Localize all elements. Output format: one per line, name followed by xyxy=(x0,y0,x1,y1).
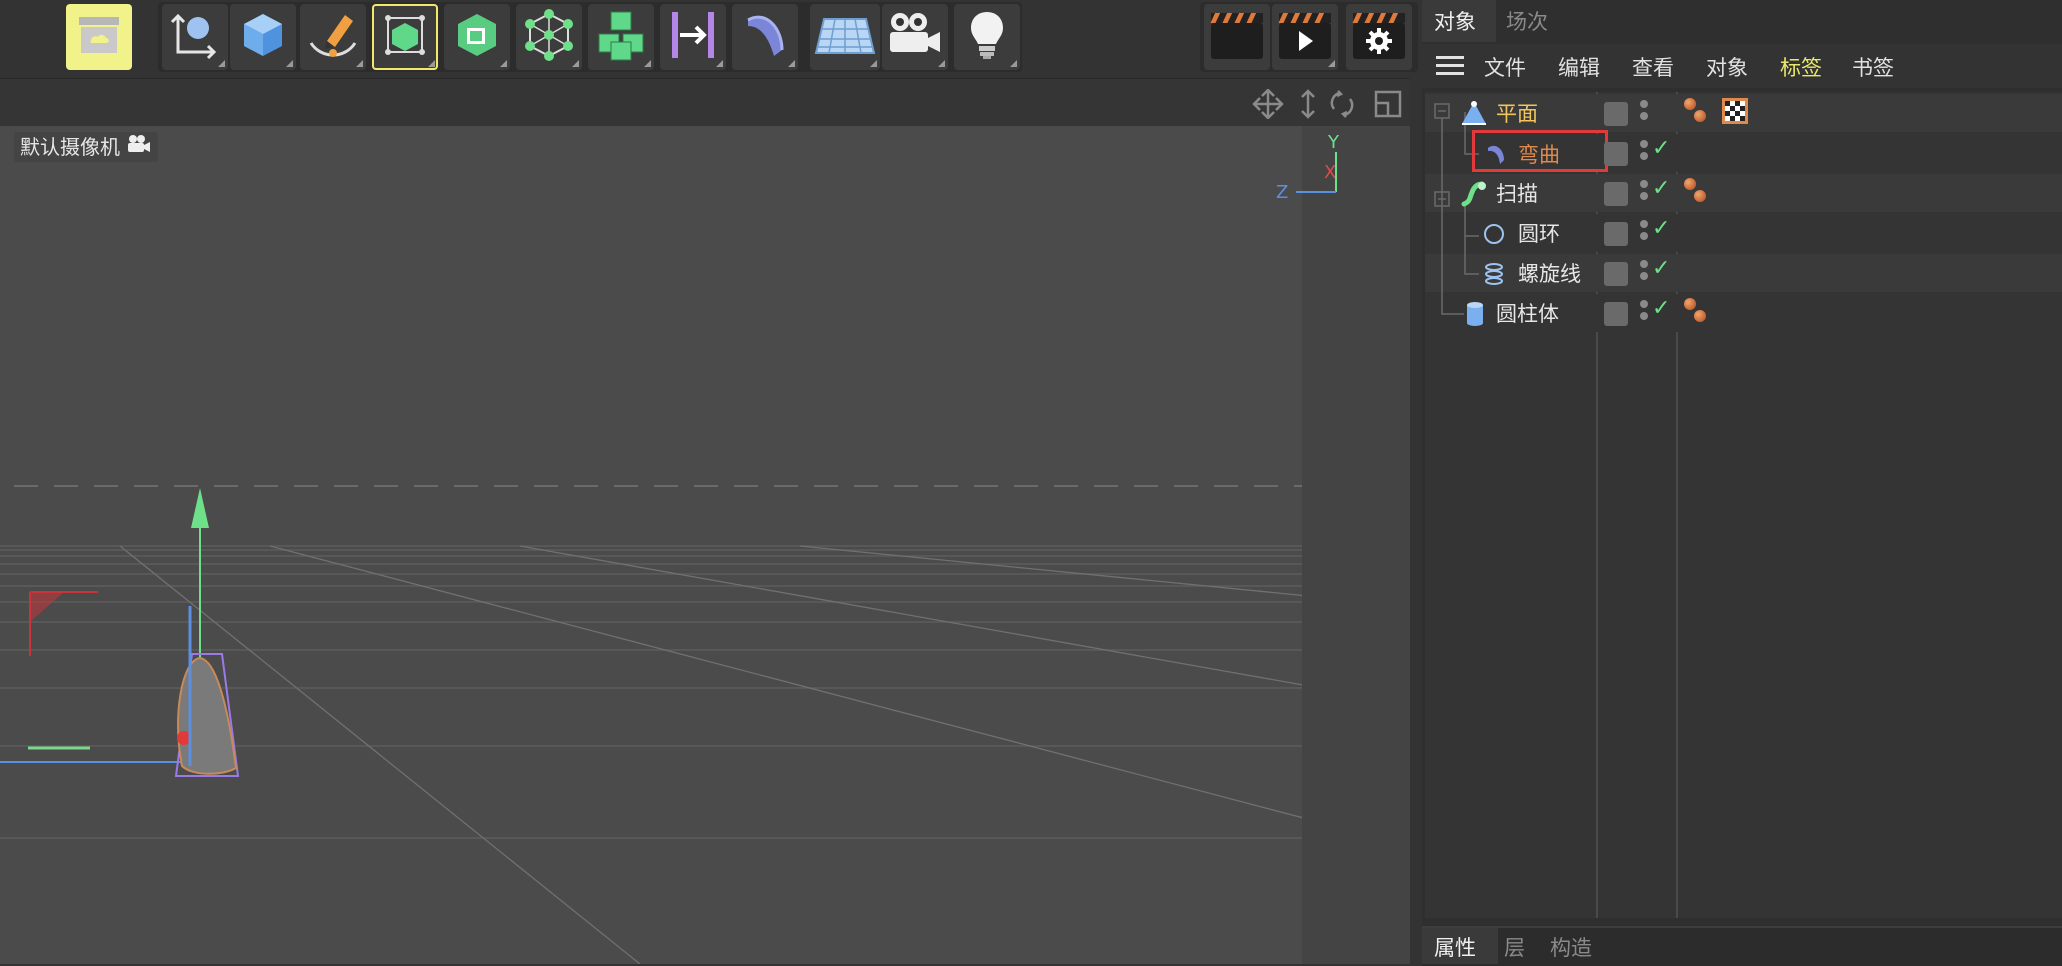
menu-file[interactable]: 文件 xyxy=(1484,52,1526,82)
material-tag-icon-b xyxy=(1694,310,1706,322)
object-label-helix[interactable]: 螺旋线 xyxy=(1518,258,1581,288)
viewport-header xyxy=(0,78,1410,127)
extrude-icon xyxy=(452,10,502,64)
menu-bookmarks[interactable]: 书签 xyxy=(1852,52,1894,82)
render-region-icon xyxy=(1209,9,1265,65)
visibility-dots[interactable] xyxy=(1640,100,1648,124)
camera-small-icon xyxy=(126,132,152,162)
camera-button[interactable] xyxy=(882,4,948,70)
render-settings-button[interactable] xyxy=(1346,4,1412,70)
render-view-button[interactable] xyxy=(1204,4,1270,70)
cloner-icon xyxy=(594,8,648,66)
camera-label-text: 默认摄像机 xyxy=(20,135,120,159)
object-label-bend[interactable]: 弯曲 xyxy=(1518,139,1560,169)
undo-archive-icon xyxy=(77,15,121,59)
camera-icon xyxy=(886,10,944,64)
material-tag-icon[interactable] xyxy=(1684,178,1696,190)
subdivision-surface-button[interactable] xyxy=(372,4,438,70)
visibility-dots[interactable] xyxy=(1640,260,1648,284)
edit-toggle[interactable] xyxy=(1604,302,1628,326)
tab-objects[interactable]: 对象 xyxy=(1434,6,1476,36)
render-settings-icon xyxy=(1351,9,1407,65)
light-icon xyxy=(965,8,1009,66)
object-label-cylinder[interactable]: 圆柱体 xyxy=(1496,298,1559,328)
tab-structure[interactable]: 构造 xyxy=(1550,932,1592,962)
edit-toggle[interactable] xyxy=(1604,102,1628,126)
polygon-structure-icon xyxy=(522,8,576,66)
light-button[interactable] xyxy=(954,4,1020,70)
edit-toggle[interactable] xyxy=(1604,182,1628,206)
move-view-icon[interactable] xyxy=(1252,89,1284,119)
visibility-dots[interactable] xyxy=(1640,300,1648,324)
rotate-view-icon[interactable] xyxy=(1330,90,1354,118)
object-label-plane[interactable]: 平面 xyxy=(1496,98,1538,128)
sweep-icon xyxy=(1460,180,1488,212)
edit-toggle[interactable] xyxy=(1604,222,1628,246)
object-label-sweep[interactable]: 扫描 xyxy=(1496,178,1538,208)
floor-button[interactable] xyxy=(810,4,880,70)
edit-toggle[interactable] xyxy=(1604,262,1628,286)
symmetry-icon xyxy=(666,8,720,66)
floor-grid-icon xyxy=(814,13,876,61)
coordinate-system-button[interactable] xyxy=(162,4,228,70)
coordinate-system-icon xyxy=(170,10,220,64)
edit-toggle[interactable] xyxy=(1604,142,1628,166)
tab-layers[interactable]: 层 xyxy=(1504,932,1525,962)
cylinder-icon xyxy=(1464,300,1486,332)
pen-spline-icon xyxy=(305,7,361,67)
3d-viewport[interactable]: Y X Z xyxy=(0,126,1410,964)
pen-spline-button[interactable] xyxy=(300,4,366,70)
axis-label-z: Z xyxy=(1276,182,1289,203)
render-play-button[interactable] xyxy=(1272,4,1338,70)
enabled-check-icon[interactable]: ✓ xyxy=(1652,256,1670,281)
bend-deformer-icon xyxy=(738,8,792,66)
axis-gizmo xyxy=(1296,152,1337,193)
cloner-button[interactable] xyxy=(588,4,654,70)
enabled-check-icon[interactable]: ✓ xyxy=(1652,296,1670,321)
visibility-dots[interactable] xyxy=(1640,180,1648,204)
maximize-view-icon[interactable] xyxy=(1374,90,1402,118)
checker-tag-icon[interactable] xyxy=(1722,98,1748,128)
camera-label[interactable]: 默认摄像机 xyxy=(14,132,158,162)
helix-spline-icon xyxy=(1482,262,1506,290)
menu-object[interactable]: 对象 xyxy=(1706,52,1748,82)
circle-spline-icon xyxy=(1482,222,1506,250)
enabled-check-icon[interactable]: ✓ xyxy=(1652,136,1670,161)
undo-archive-button[interactable] xyxy=(66,4,132,70)
menu-tags[interactable]: 标签 xyxy=(1780,52,1822,82)
enabled-check-icon[interactable]: ✓ xyxy=(1652,176,1670,201)
visibility-dots[interactable] xyxy=(1640,140,1648,164)
hamburger-menu-icon[interactable] xyxy=(1436,54,1466,82)
material-tag-icon-b xyxy=(1694,190,1706,202)
tab-attributes[interactable]: 属性 xyxy=(1434,932,1476,962)
object-label-circle[interactable]: 圆环 xyxy=(1518,218,1560,248)
cube-icon xyxy=(238,10,288,64)
material-tag-icon[interactable] xyxy=(1684,298,1696,310)
render-play-icon xyxy=(1277,9,1333,65)
tab-takes[interactable]: 场次 xyxy=(1506,6,1548,36)
pan-view-icon[interactable] xyxy=(1301,89,1315,119)
polygon-structure-button[interactable] xyxy=(516,4,582,70)
menu-view[interactable]: 查看 xyxy=(1632,52,1674,82)
bend-deformer-icon xyxy=(1484,142,1508,170)
plane-icon xyxy=(1460,100,1488,132)
extrude-button[interactable] xyxy=(444,4,510,70)
menu-edit[interactable]: 编辑 xyxy=(1558,52,1600,82)
main-toolbar xyxy=(0,0,1418,78)
cube-button[interactable] xyxy=(230,4,296,70)
bend-deformer-button[interactable] xyxy=(732,4,798,70)
material-tag-icon[interactable] xyxy=(1684,98,1696,110)
symmetry-button[interactable] xyxy=(660,4,726,70)
visibility-dots[interactable] xyxy=(1640,220,1648,244)
subdivision-surface-icon xyxy=(380,10,430,64)
enabled-check-icon[interactable]: ✓ xyxy=(1652,216,1670,241)
axis-label-y: Y xyxy=(1328,132,1339,153)
material-tag-icon-b xyxy=(1694,110,1706,122)
